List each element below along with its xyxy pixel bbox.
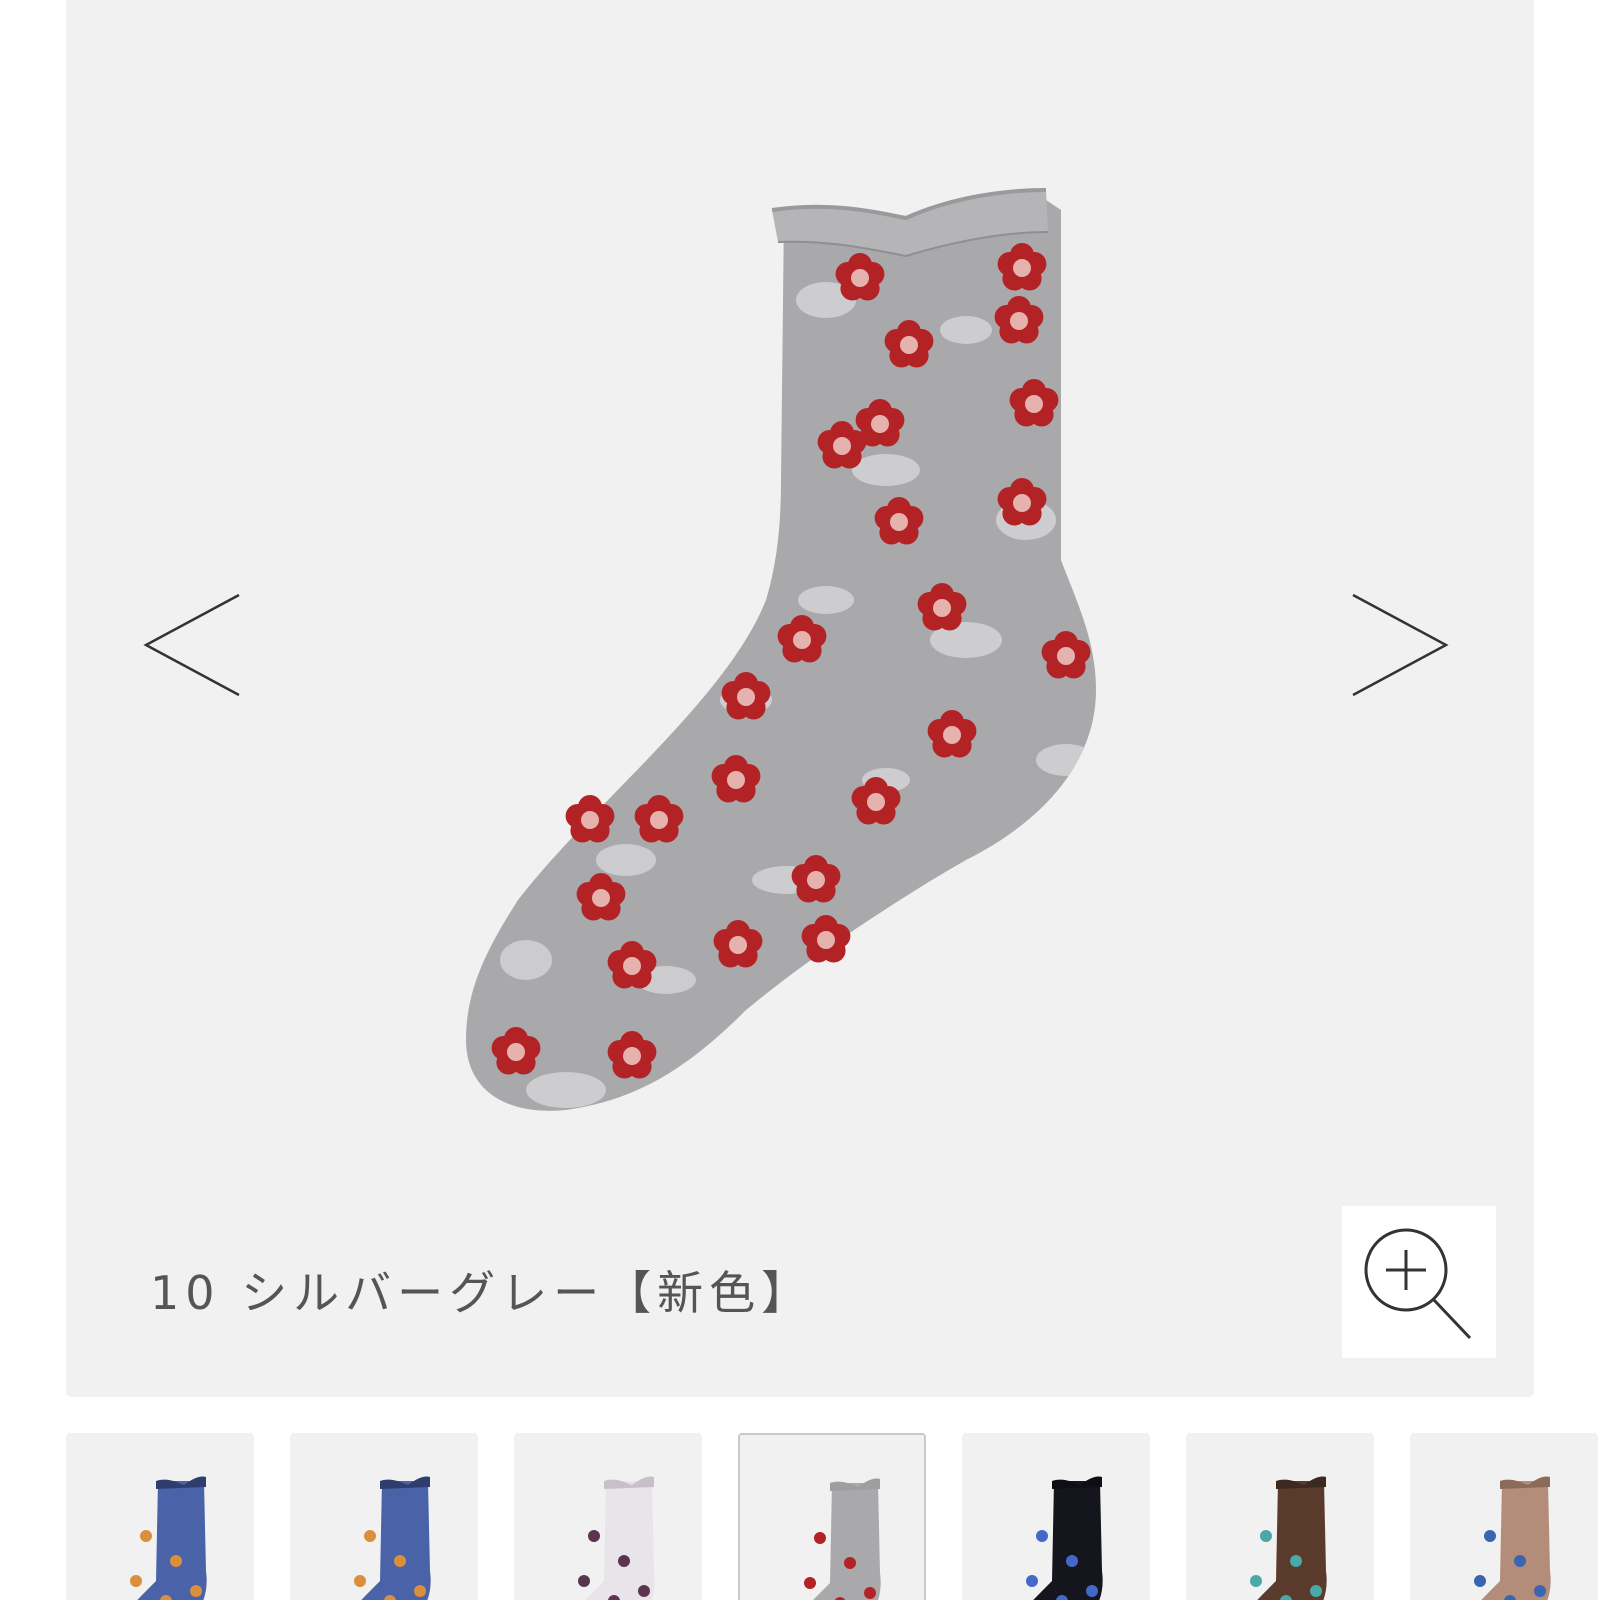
zoom-button[interactable] <box>1342 1206 1496 1358</box>
chevron-left-icon <box>143 593 240 697</box>
thumbnail-sock-image <box>1026 1476 1103 1600</box>
product-photo <box>466 188 1096 1111</box>
color-thumbnail[interactable] <box>1186 1433 1374 1600</box>
thumbnail-sock-image <box>578 1476 655 1600</box>
color-thumbnail[interactable] <box>1410 1433 1598 1600</box>
color-thumbnail[interactable] <box>738 1433 926 1600</box>
thumbnail-strip <box>66 1433 1600 1600</box>
thumbnail-sock-image <box>1474 1476 1551 1600</box>
thumbnail-sock-image <box>354 1476 431 1600</box>
color-thumbnail[interactable] <box>66 1433 254 1600</box>
color-thumbnail[interactable] <box>514 1433 702 1600</box>
thumbnail-sock-image <box>804 1478 881 1600</box>
next-image-button[interactable] <box>1341 585 1451 705</box>
chevron-right-icon <box>1352 593 1449 697</box>
product-image-viewer: 10 シルバーグレー【新色】 <box>66 0 1534 1397</box>
color-name-caption: 10 シルバーグレー【新色】 <box>150 1266 814 1320</box>
thumbnail-sock-image <box>130 1476 207 1600</box>
previous-image-button[interactable] <box>141 585 251 705</box>
thumbnail-sock-image <box>1250 1476 1327 1600</box>
color-thumbnail[interactable] <box>962 1433 1150 1600</box>
zoom-in-icon <box>1364 1228 1472 1340</box>
color-thumbnail[interactable] <box>290 1433 478 1600</box>
